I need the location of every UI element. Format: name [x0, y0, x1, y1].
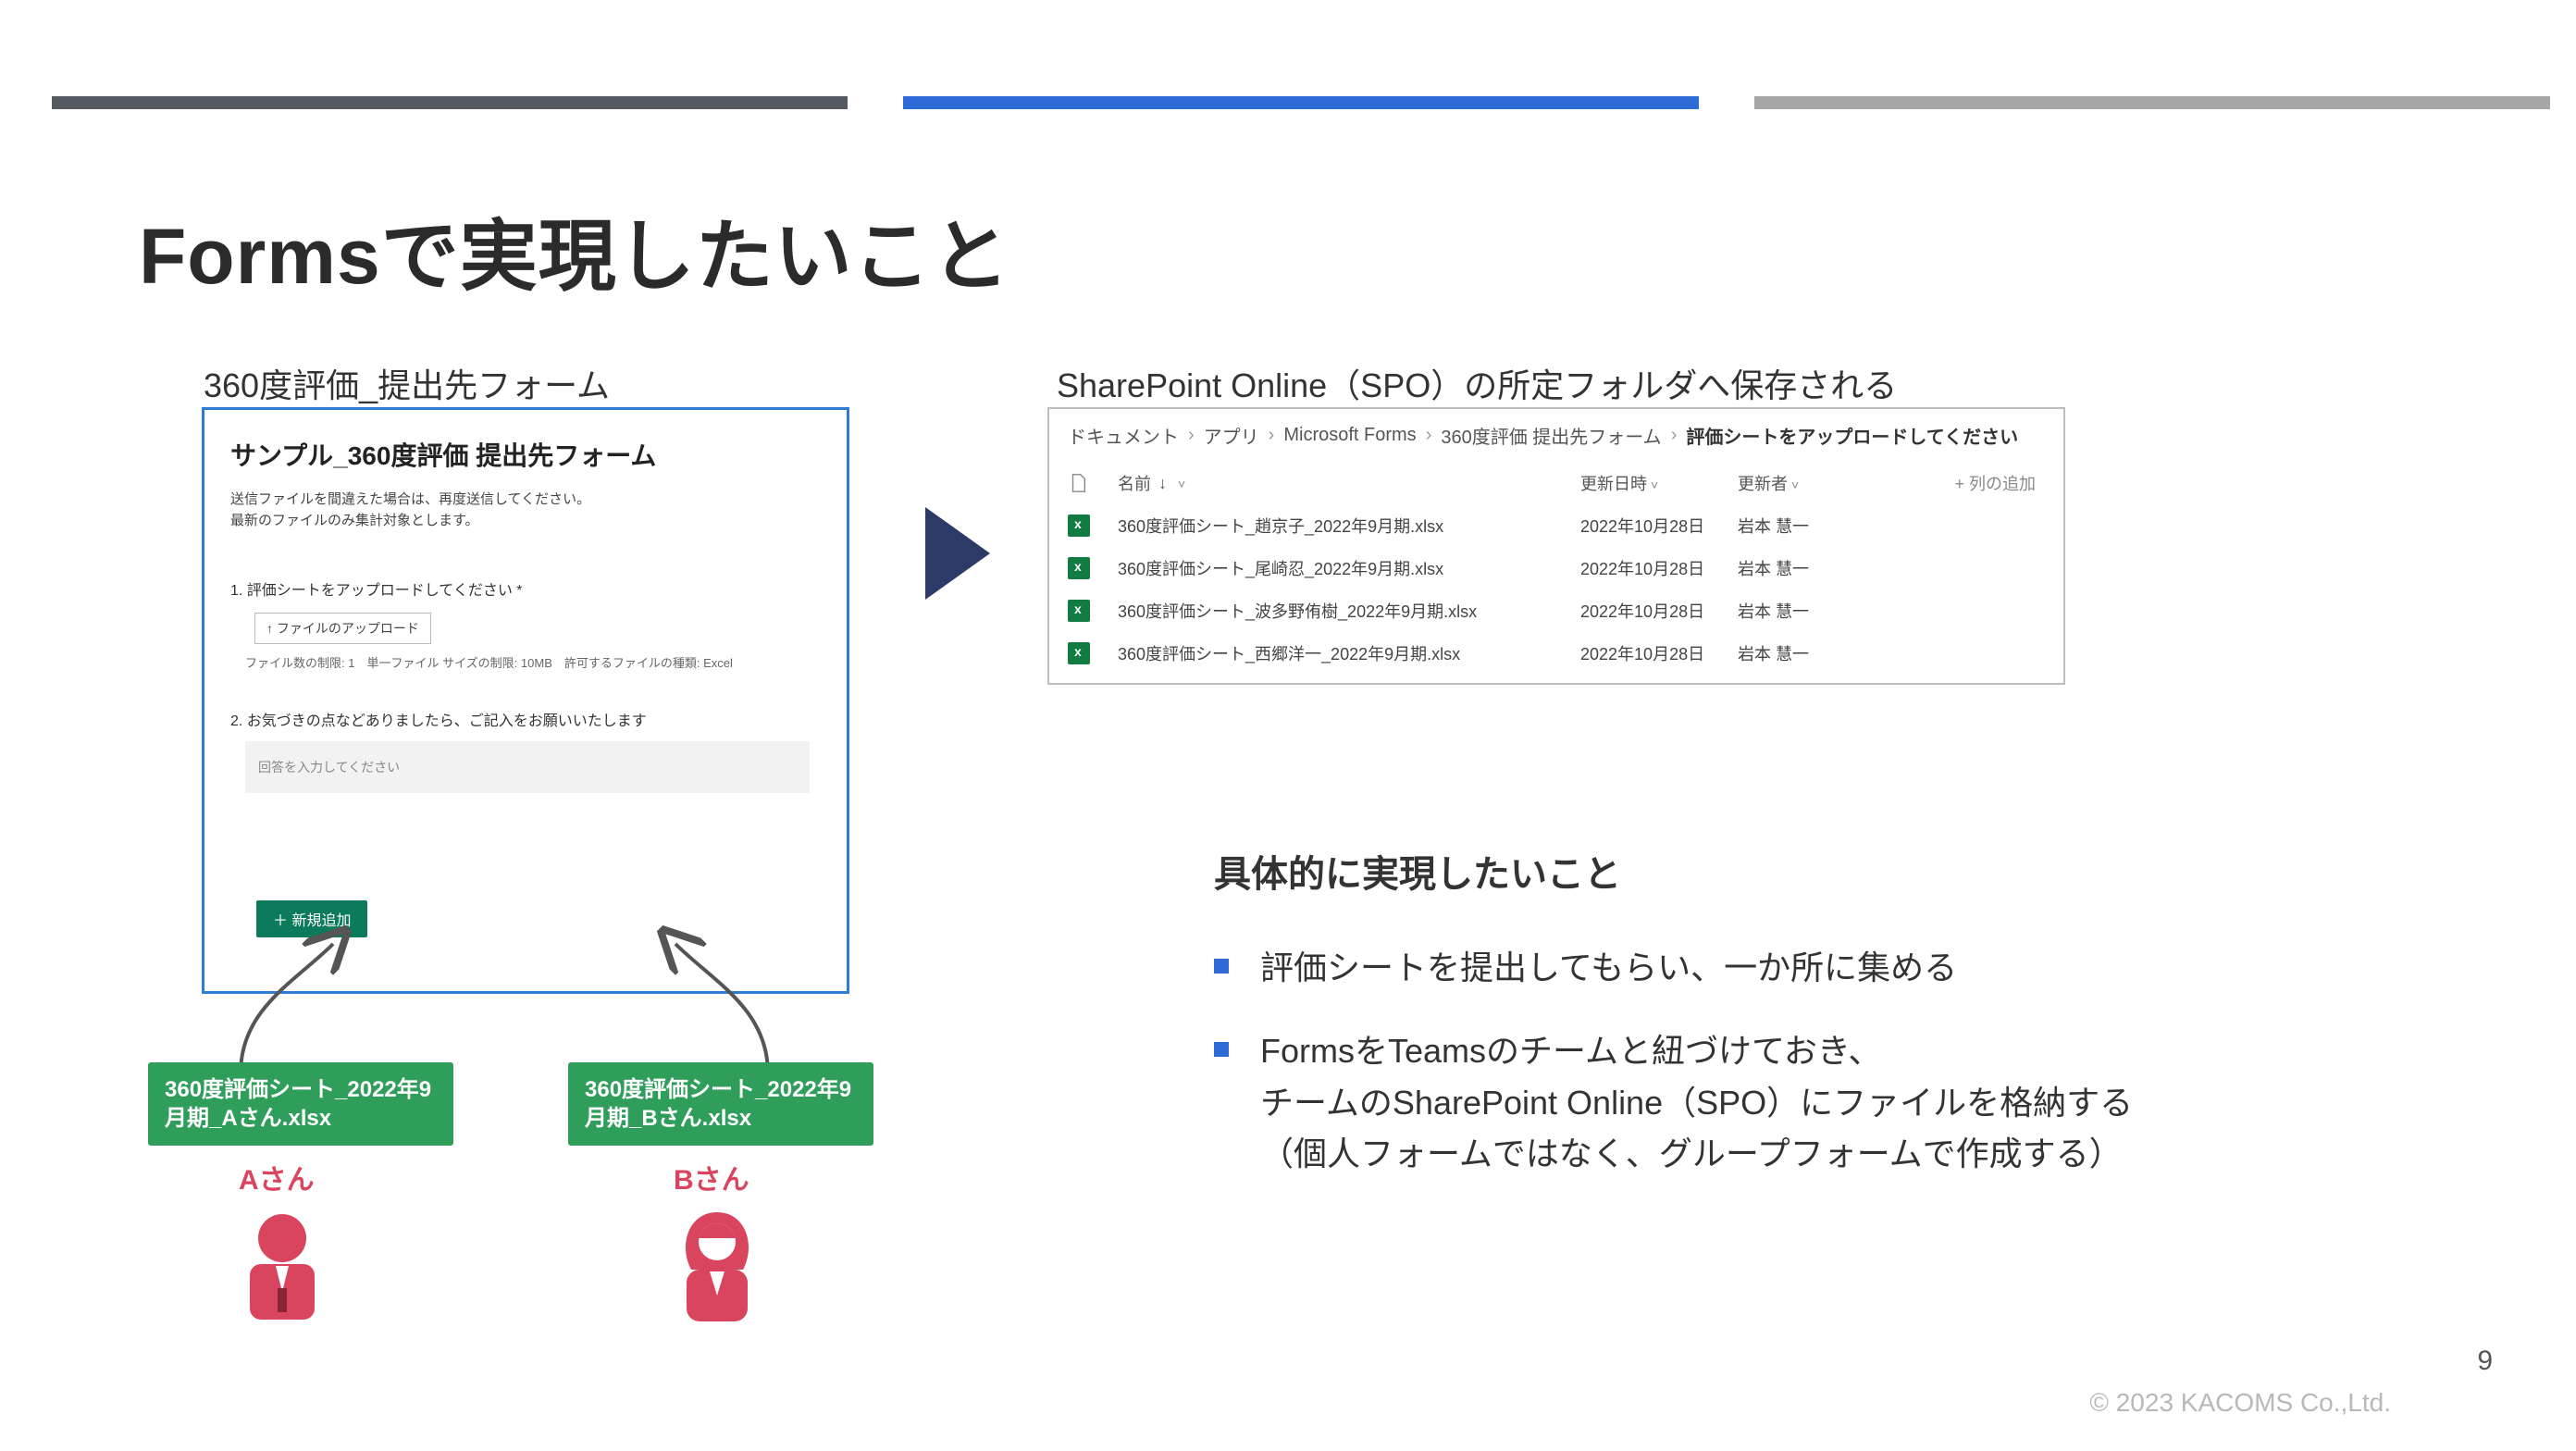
accent-bar-1: [52, 96, 848, 109]
sharepoint-list: ドキュメント › アプリ › Microsoft Forms › 360度評価 提出先…: [1047, 407, 2065, 685]
forms-answer-input[interactable]: 回答を入力してください: [245, 741, 810, 793]
spo-caption: SharePoint Online（SPO）の所定フォルダへ保存される: [1057, 359, 1897, 407]
excel-icon: [1068, 557, 1090, 579]
person-label-b: Bさん: [674, 1157, 749, 1197]
forms-answer-placeholder: 回答を入力してください: [258, 758, 400, 776]
crumb-2[interactable]: Microsoft Forms: [1283, 425, 1416, 446]
file-icon: [1068, 473, 1088, 493]
table-row[interactable]: 360度評価シート_西郷洋一_2022年9月期.xlsx 2022年10月28日…: [1049, 632, 2063, 675]
list-item: FormsをTeamsのチームと紐づけておき、 チームのSharePoint O…: [1214, 1025, 2398, 1180]
add-column-button[interactable]: + 列の追加: [1895, 471, 2045, 495]
chevron-right-icon: ›: [1671, 425, 1678, 446]
list-item: 評価シートを提出してもらい、一か所に集める: [1214, 942, 2398, 994]
file-updated: 2022年10月28日: [1580, 556, 1738, 580]
crumb-0[interactable]: ドキュメント: [1068, 422, 1179, 449]
person-female-icon: [666, 1207, 768, 1327]
arrow-right-icon: [925, 507, 999, 604]
file-updated: 2022年10月28日: [1580, 599, 1738, 623]
forms-caption: 360度評価_提出先フォーム: [204, 359, 610, 407]
crumb-3[interactable]: 360度評価 提出先フォーム: [1441, 422, 1661, 449]
file-name: 360度評価シート_尾崎忍_2022年9月期.xlsx: [1118, 556, 1580, 580]
col-name[interactable]: 名前 ↓: [1118, 471, 1580, 495]
col-name-label: 名前: [1118, 471, 1151, 495]
file-updated: 2022年10月28日: [1580, 641, 1738, 665]
col-updated[interactable]: 更新日時: [1580, 471, 1738, 495]
forms-screenshot: サンプル_360度評価 提出先フォーム 送信ファイルを間違えた場合は、再度送信し…: [202, 407, 849, 994]
table-row[interactable]: 360度評価シート_趙京子_2022年9月期.xlsx 2022年10月28日 …: [1049, 504, 2063, 547]
square-bullet-icon: [1214, 1042, 1229, 1057]
chevron-right-icon: ›: [1269, 425, 1275, 446]
copyright: © 2023 KACOMS Co.,Ltd.: [2089, 1388, 2391, 1418]
file-badge-a: 360度評価シート_2022年9月期_Aさん.xlsx: [148, 1062, 453, 1146]
file-updater: 岩本 慧一: [1738, 514, 1895, 538]
table-header: 名前 ↓ 更新日時 更新者 + 列の追加: [1049, 462, 2063, 504]
col-updated-label: 更新日時: [1580, 475, 1647, 493]
person-label-a: Aさん: [239, 1157, 315, 1197]
crumb-4: 評価シートをアップロードしてください: [1686, 422, 2018, 449]
col-updater[interactable]: 更新者: [1738, 471, 1895, 495]
file-badge-b: 360度評価シート_2022年9月期_Bさん.xlsx: [568, 1062, 873, 1146]
table-row[interactable]: 360度評価シート_尾崎忍_2022年9月期.xlsx 2022年10月28日 …: [1049, 547, 2063, 589]
file-updater: 岩本 慧一: [1738, 599, 1895, 623]
breadcrumb: ドキュメント › アプリ › Microsoft Forms › 360度評価 提出先…: [1049, 409, 2063, 462]
table-row[interactable]: 360度評価シート_波多野侑樹_2022年9月期.xlsx 2022年10月28…: [1049, 589, 2063, 632]
bullet-list: 評価シートを提出してもらい、一か所に集める FormsをTeamsのチームと紐づ…: [1214, 942, 2398, 1211]
file-name: 360度評価シート_波多野侑樹_2022年9月期.xlsx: [1118, 599, 1580, 623]
forms-title: サンプル_360度評価 提出先フォーム: [230, 436, 821, 473]
file-name: 360度評価シート_西郷洋一_2022年9月期.xlsx: [1118, 641, 1580, 665]
bullet-text-0: 評価シートを提出してもらい、一か所に集める: [1260, 942, 1957, 994]
excel-icon: [1068, 600, 1090, 622]
forms-question-2: 2. お気づきの点などありましたら、ご記入をお願いいたします: [230, 708, 821, 730]
crumb-1[interactable]: アプリ: [1204, 422, 1259, 449]
forms-upload-hint: ファイル数の制限: 1 単一ファイル サイズの制限: 10MB 許可するファイル…: [245, 653, 821, 671]
forms-subtext: 送信ファイルを間違えた場合は、再度送信してください。 最新のファイルのみ集計対象…: [230, 490, 821, 531]
file-name: 360度評価シート_趙京子_2022年9月期.xlsx: [1118, 514, 1580, 538]
forms-sub-line1: 送信ファイルを間違えた場合は、再度送信してください。: [230, 491, 590, 507]
sort-down-icon: ↓: [1158, 474, 1167, 493]
chevron-down-icon: [1174, 474, 1185, 493]
file-updater: 岩本 慧一: [1738, 641, 1895, 665]
bullet-text-1: FormsをTeamsのチームと紐づけておき、 チームのSharePoint O…: [1260, 1025, 2133, 1180]
accent-bar-3: [1754, 96, 2550, 109]
chevron-right-icon: ›: [1188, 425, 1195, 446]
slide: Formsで実現したいこと 360度評価_提出先フォーム SharePoint …: [0, 0, 2576, 1451]
chevron-right-icon: ›: [1426, 425, 1432, 446]
forms-question-1: 1. 評価シートをアップロードしてください *: [230, 577, 821, 600]
file-updated: 2022年10月28日: [1580, 514, 1738, 538]
slide-title: Formsで実現したいこと: [139, 194, 1010, 306]
forms-sub-line2: 最新のファイルのみ集計対象とします。: [230, 513, 479, 528]
person-male-icon: [231, 1207, 333, 1327]
square-bullet-icon: [1214, 959, 1229, 974]
forms-inner: サンプル_360度評価 提出先フォーム 送信ファイルを間違えた場合は、再度送信し…: [230, 436, 821, 973]
upload-file-button[interactable]: ↑ ファイルのアップロード: [254, 613, 431, 644]
page-number: 9: [2477, 1346, 2493, 1377]
excel-icon: [1068, 642, 1090, 664]
accent-bar-2: [903, 96, 1699, 109]
col-updater-label: 更新者: [1738, 475, 1788, 493]
section-heading: 具体的に実現したいこと: [1214, 844, 1621, 898]
file-updater: 岩本 慧一: [1738, 556, 1895, 580]
excel-icon: [1068, 515, 1090, 537]
